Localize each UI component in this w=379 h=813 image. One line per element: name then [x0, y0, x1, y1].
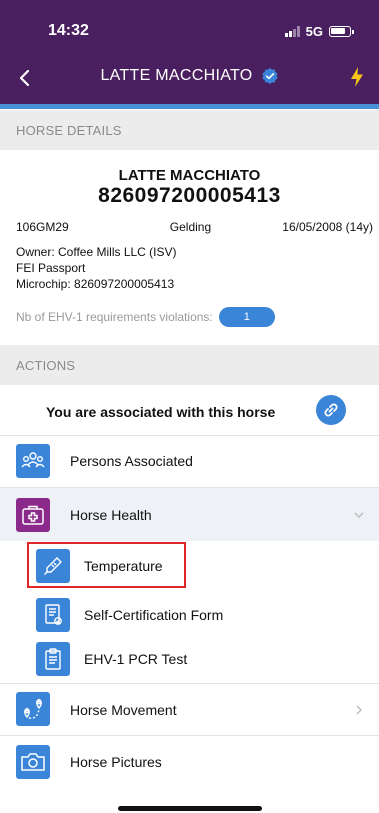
horse-code: 106GM29: [16, 220, 69, 234]
horse-name: LATTE MACCHIATO: [118, 167, 261, 184]
menu-item-persons-associated[interactable]: Persons Associated: [0, 435, 379, 485]
section-header-horse-details: HORSE DETAILS: [0, 110, 379, 150]
camera-icon: [16, 745, 50, 779]
link-icon: [324, 403, 338, 417]
battery-icon: [329, 26, 354, 37]
menu-item-label: Horse Health: [70, 506, 152, 523]
verified-badge-icon: [261, 67, 278, 85]
clipboard-icon: [36, 642, 70, 676]
menu-item-label: EHV-1 PCR Test: [84, 651, 188, 667]
menu-item-horse-health[interactable]: Horse Health: [0, 487, 379, 541]
violations-label: Nb of EHV-1 requirements violations:: [16, 310, 213, 324]
chevron-down-icon: [354, 512, 364, 518]
violations-count-badge[interactable]: 1: [218, 307, 275, 327]
menu-item-self-certification-form[interactable]: Self-Certification Form: [0, 589, 379, 641]
chevron-right-icon: [356, 705, 362, 714]
menu-item-label: Persons Associated: [70, 452, 193, 469]
page-title-container: LATTE MACCHIATO: [0, 67, 379, 85]
menu-item-horse-movement[interactable]: Horse Movement: [0, 683, 379, 735]
horse-microchip: Microchip: 826097200005413: [16, 277, 175, 291]
status-indicators: 5G: [284, 24, 354, 39]
route-icon: [16, 692, 50, 726]
menu-item-horse-pictures[interactable]: Horse Pictures: [0, 735, 379, 787]
horse-dob: 16/05/2008 (14y): [282, 220, 373, 234]
horse-owner: Owner: Coffee Mills LLC (ISV): [16, 245, 177, 259]
page-title: LATTE MACCHIATO: [100, 67, 253, 84]
highlight-box: [27, 542, 186, 588]
network-label: 5G: [305, 24, 323, 39]
home-indicator[interactable]: [118, 806, 262, 811]
lightning-bolt-icon[interactable]: [349, 66, 365, 88]
association-status-text: You are associated with this horse: [46, 404, 276, 420]
app-header: 14:32 5G LATTE MACCHIATO: [0, 0, 379, 104]
horse-passport: FEI Passport: [16, 261, 86, 275]
form-icon: [36, 598, 70, 632]
menu-item-ehv1-pcr-test[interactable]: EHV-1 PCR Test: [0, 635, 379, 683]
menu-item-label: Horse Movement: [70, 701, 177, 718]
menu-item-label: Horse Pictures: [70, 753, 162, 770]
violations-row: Nb of EHV-1 requirements violations: 1: [16, 307, 275, 327]
section-header-actions: ACTIONS: [0, 345, 379, 385]
menu-item-label: Self-Certification Form: [84, 607, 224, 623]
signal-icon: [284, 26, 300, 37]
people-icon: [16, 444, 50, 478]
horse-id-number: 826097200005413: [98, 184, 281, 207]
header-accent-line: [0, 104, 379, 109]
status-time: 14:32: [48, 22, 89, 39]
link-association-button[interactable]: [316, 395, 346, 425]
medical-kit-icon: [16, 498, 50, 532]
horse-info-row: 106GM29 Gelding 16/05/2008 (14y): [16, 220, 373, 234]
horse-sex: Gelding: [169, 220, 212, 234]
